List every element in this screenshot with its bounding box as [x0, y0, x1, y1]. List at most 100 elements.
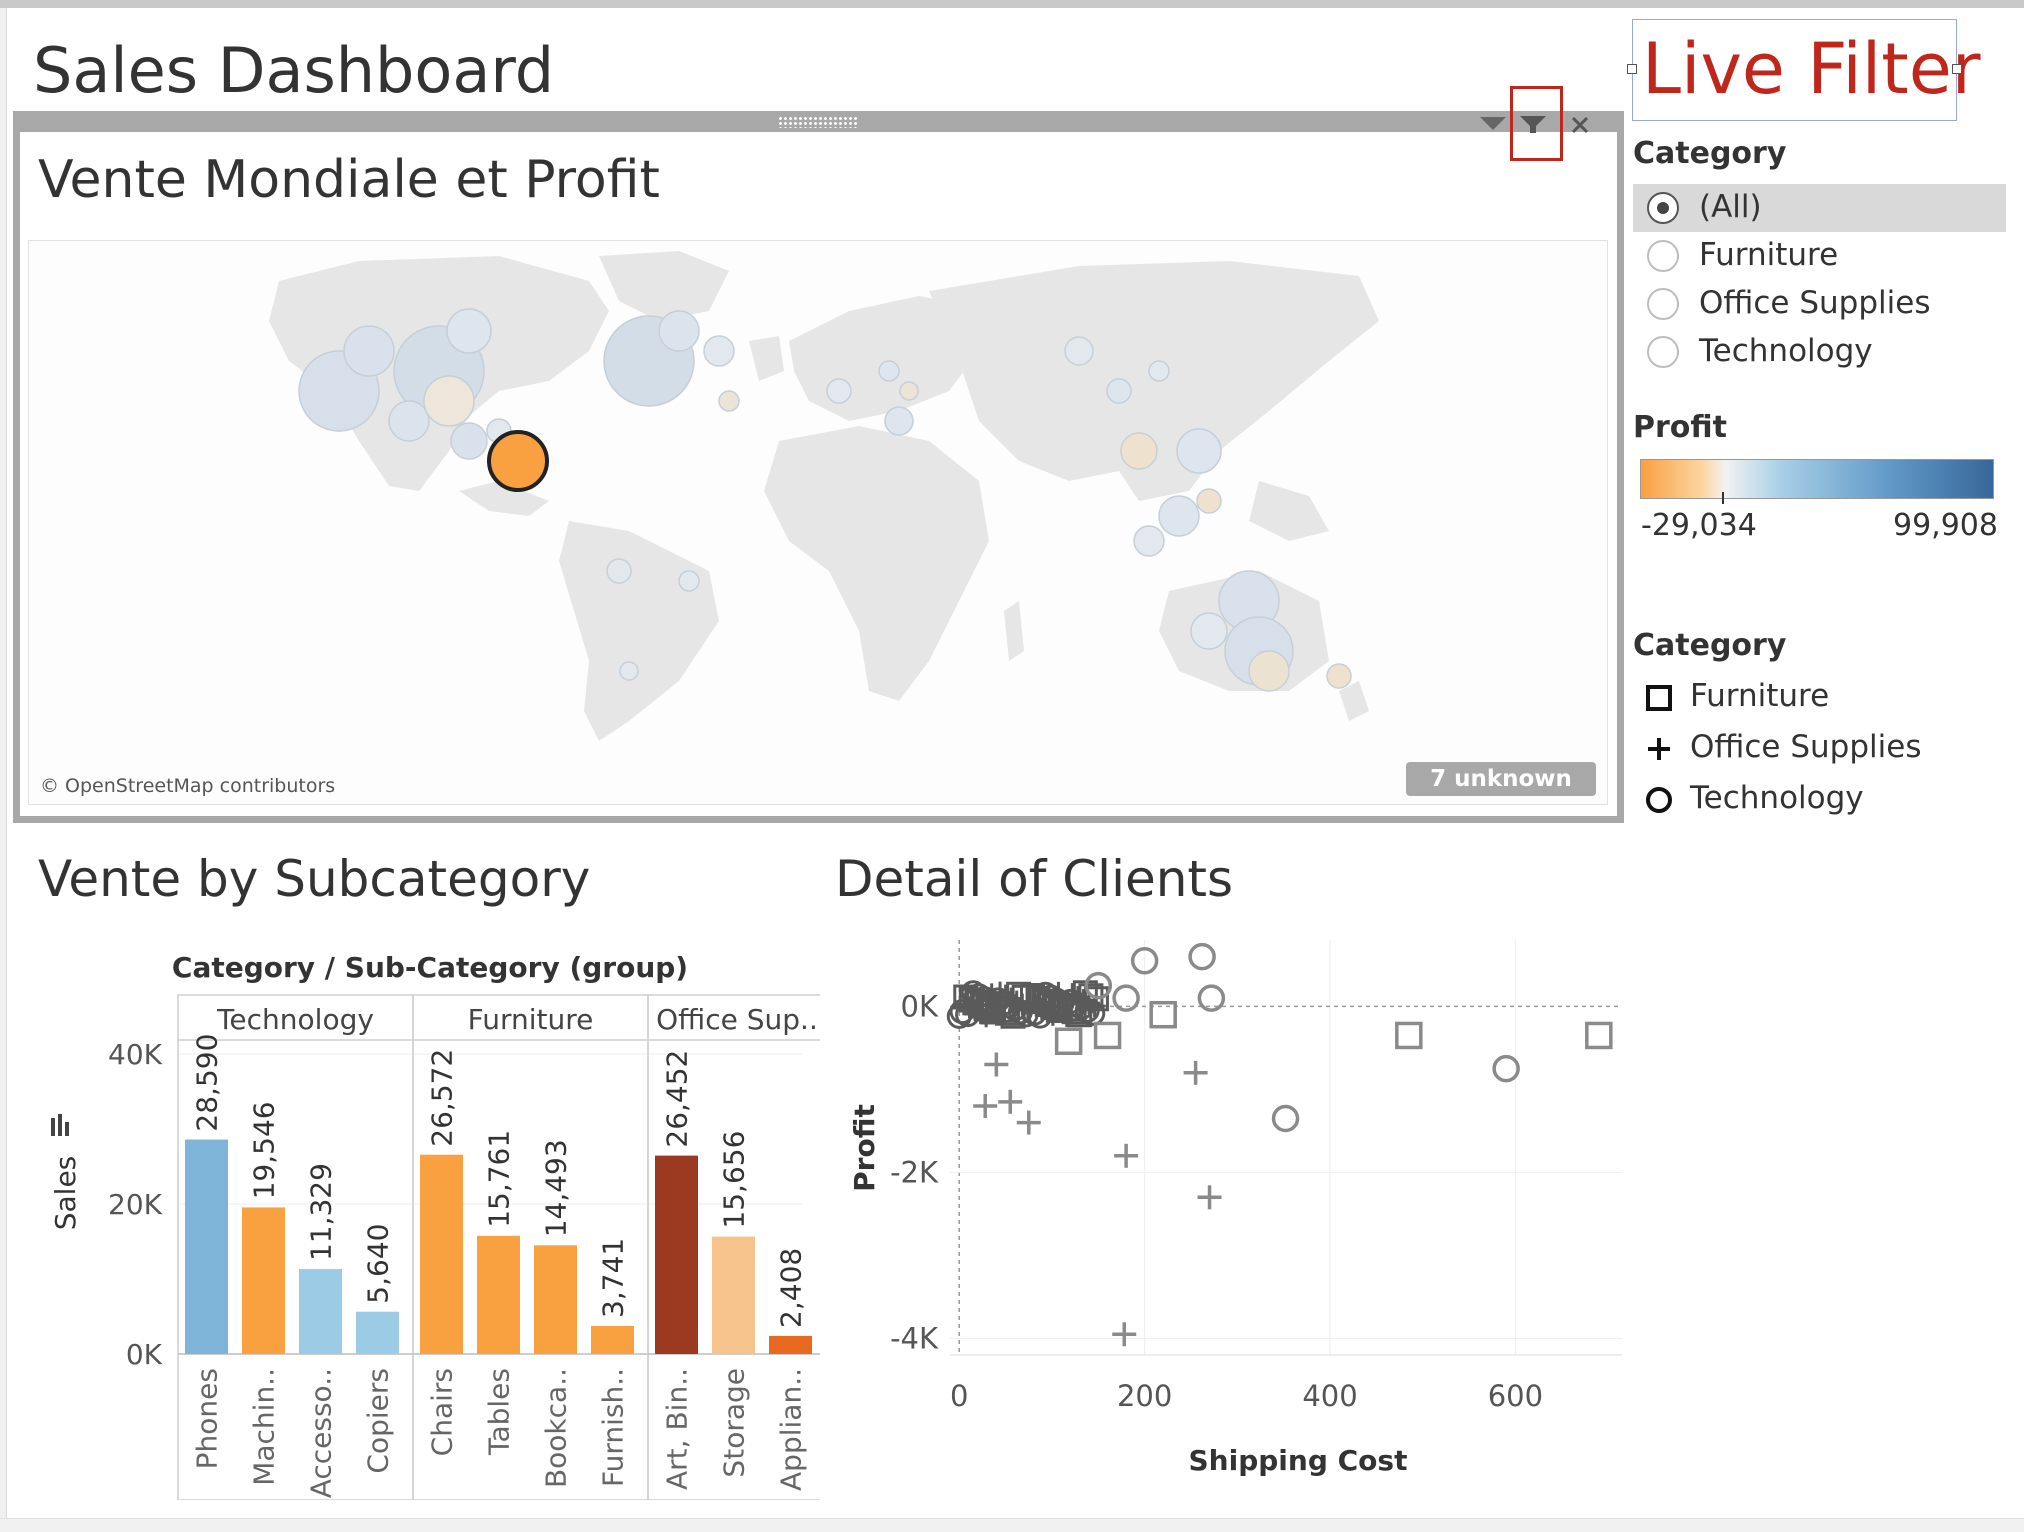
scatter-point[interactable] [998, 1089, 1023, 1114]
shape-legend-item-0[interactable]: Furniture [1640, 675, 1970, 719]
shape-legend-label: Office Supplies [1690, 729, 1922, 765]
scatter-point[interactable] [1492, 1054, 1520, 1083]
subcategory-bar-chart[interactable]: Category / Sub-Category (group) Sales 40K 2… [30, 940, 820, 1500]
live-filter-title[interactable]: Live Filter [1642, 28, 1981, 110]
scatter-point[interactable] [1585, 1021, 1613, 1050]
bar[interactable] [185, 1139, 228, 1354]
bar-category-label: Applian.. [775, 1368, 808, 1491]
unknown-locations-badge[interactable]: 7 unknown [1406, 762, 1596, 796]
map-selected-mark[interactable] [487, 430, 549, 492]
bar[interactable] [356, 1311, 399, 1354]
bar-value-label: 5,640 [362, 1224, 395, 1304]
bar[interactable] [591, 1325, 634, 1354]
bar-value-label: 14,493 [540, 1139, 573, 1237]
bar-category-label: Storage [718, 1368, 751, 1478]
left-window-strip [0, 8, 7, 1526]
bar-category-label: Chairs [426, 1368, 459, 1456]
bar-y-axis-label: Sales [49, 1156, 82, 1231]
bar-value-label: 15,761 [483, 1130, 516, 1228]
bar-value-label: 26,452 [661, 1050, 694, 1148]
shape-legend-label: Category [1633, 628, 1787, 663]
world-map-svg [269, 251, 1379, 741]
radio-button[interactable] [1647, 192, 1679, 224]
scatter-dense-cluster[interactable] [946, 980, 1109, 1029]
scatter-point[interactable] [984, 1052, 1009, 1077]
drag-handle[interactable] [778, 116, 858, 128]
resize-handle-right[interactable] [1952, 64, 1962, 74]
resize-handle-left[interactable] [1627, 64, 1637, 74]
radio-button[interactable] [1647, 288, 1679, 320]
scatter-point[interactable] [1197, 984, 1226, 1012]
bar-value-label: 19,546 [248, 1101, 281, 1199]
bar-category-label: Phones [191, 1368, 224, 1469]
scatter-point[interactable] [1114, 1143, 1139, 1168]
plus-icon [1648, 738, 1670, 760]
dropdown-icon[interactable] [1480, 117, 1506, 130]
sort-icon[interactable] [51, 1114, 69, 1136]
radio-button[interactable] [1647, 240, 1679, 272]
bar[interactable] [712, 1236, 755, 1354]
bar-category-label: Furnish.. [597, 1368, 630, 1487]
bar[interactable] [420, 1154, 463, 1354]
shape-legend-item-2[interactable]: Technology [1640, 777, 1970, 821]
radio-button[interactable] [1647, 336, 1679, 368]
scatter-point[interactable] [1197, 1185, 1222, 1210]
bar-chart-header: Category / Sub-Category (group) [172, 951, 688, 984]
bar[interactable] [299, 1269, 342, 1354]
category-option-2[interactable]: Office Supplies [1633, 280, 2006, 328]
bar-value-label: 26,572 [426, 1049, 459, 1147]
map-attribution: © OpenStreetMap contributors [40, 775, 336, 797]
scatter-point[interactable] [1395, 1021, 1423, 1050]
scatter-point[interactable] [1016, 1110, 1041, 1135]
shape-legend-label: Technology [1690, 780, 1864, 816]
bar[interactable] [769, 1335, 812, 1354]
profit-legend-label: Profit [1633, 410, 1727, 445]
bar-category-label: Tables [483, 1368, 516, 1456]
bar-value-label: 15,656 [718, 1131, 751, 1229]
shape-legend-item-1[interactable]: Office Supplies [1640, 726, 1970, 770]
category-option-0[interactable]: (All) [1633, 184, 2006, 232]
bar[interactable] [477, 1235, 520, 1354]
close-icon[interactable] [1571, 116, 1589, 134]
category-option-label: (All) [1699, 189, 1762, 225]
bar[interactable] [534, 1245, 577, 1354]
scatter-point[interactable] [1188, 942, 1216, 971]
dashboard-title: Sales Dashboard [33, 34, 555, 107]
scatter-x-tick-label: 200 [1117, 1379, 1172, 1413]
filter-icon-highlight [1510, 86, 1563, 161]
scatter-point[interactable] [1054, 1027, 1083, 1056]
bar-value-label: 11,329 [305, 1163, 338, 1261]
scatter-point[interactable] [1093, 1021, 1122, 1050]
scatter-point[interactable] [1271, 1104, 1300, 1133]
category-option-label: Furniture [1699, 237, 1839, 273]
bar[interactable] [655, 1155, 698, 1354]
category-option-1[interactable]: Furniture [1633, 232, 2006, 280]
profit-color-gradient[interactable] [1640, 459, 1994, 499]
bar-category-label: Art, Bin.. [661, 1368, 694, 1490]
bar-category-label: Copiers [362, 1368, 395, 1474]
category-option-3[interactable]: Technology [1633, 328, 2006, 376]
profit-max-value: 99,908 [1893, 508, 1998, 543]
clients-section-title: Detail of Clients [835, 850, 1234, 908]
bar-y-tick-label: 0K [126, 1338, 163, 1371]
bar-value-label: 3,741 [597, 1238, 630, 1318]
category-option-label: Technology [1699, 333, 1873, 369]
scatter-point[interactable] [1183, 1060, 1208, 1085]
scatter-x-axis-label: Shipping Cost [1189, 1444, 1408, 1477]
scatter-x-tick-label: 600 [1488, 1379, 1543, 1413]
subcategory-section-title: Vente by Subcategory [38, 850, 591, 908]
scatter-point[interactable] [1112, 1322, 1137, 1347]
scatter-point[interactable] [1149, 1000, 1177, 1029]
bar-category-label: Machin.. [248, 1368, 281, 1486]
profit-min-value: -29,034 [1641, 508, 1757, 543]
scatter-y-tick-label: 0K [901, 989, 939, 1023]
bar-category-label: Accesso.. [305, 1368, 338, 1498]
bar[interactable] [242, 1207, 285, 1354]
scatter-point[interactable] [973, 1094, 998, 1118]
bar-value-label: 28,590 [191, 1034, 224, 1132]
shape-legend-label: Furniture [1690, 678, 1830, 714]
clients-scatter-chart[interactable]: 0 200 400 600 0K -2K -4K Shipping Cost Profit [840, 930, 1630, 1490]
bottom-window-strip [0, 1518, 2024, 1532]
scatter-y-tick-label: -2K [890, 1155, 939, 1189]
world-map[interactable] [28, 240, 1608, 805]
